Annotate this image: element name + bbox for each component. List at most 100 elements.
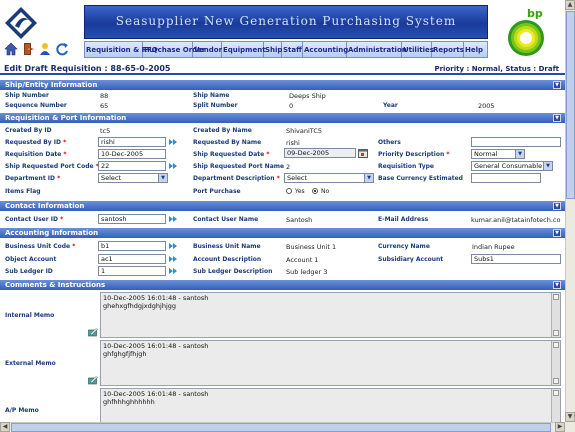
memo-line: 10-Dec-2005 16:01:48 - santosh: [103, 294, 209, 302]
contact-user-name-label: Contact User Name: [193, 216, 259, 223]
department-id-select[interactable]: Select ▼: [98, 173, 168, 183]
ship-number-value: 88: [100, 92, 109, 100]
memo-line: ghfghgfjfhjgh: [103, 350, 147, 358]
ship-name-label: Ship Name: [193, 92, 230, 99]
horizontal-scrollbar[interactable]: ◀ ▶: [0, 422, 565, 432]
account-desc-label: Account Description: [193, 256, 262, 263]
scroll-thumb[interactable]: [11, 423, 551, 432]
ship-requested-date-input[interactable]: 09-Dec-2005: [284, 148, 356, 158]
section-title: Accounting Information: [5, 229, 99, 237]
no-label: No: [321, 188, 330, 195]
scroll-up-icon[interactable]: ▲: [565, 0, 575, 10]
requisition-type-value: General Consumable: [474, 162, 543, 170]
currency-name-value: Indian Rupee: [472, 243, 515, 251]
port-purchase-no-radio[interactable]: [312, 188, 318, 194]
sub-ledger-id-input[interactable]: 1: [98, 266, 166, 276]
refresh-icon[interactable]: [55, 42, 69, 56]
vertical-scrollbar[interactable]: ▲ ▼: [565, 0, 575, 422]
lookup-arrow-icon[interactable]: [169, 267, 179, 275]
section-accounting: Accounting Information ▼: [0, 228, 565, 238]
menu-reports[interactable]: Reports: [432, 42, 464, 57]
priority-select[interactable]: Normal ▼: [471, 149, 525, 159]
others-input[interactable]: [471, 137, 561, 147]
menu-administration[interactable]: Administration: [347, 42, 407, 57]
subsidiary-input[interactable]: Subs1: [471, 254, 561, 264]
home-icon[interactable]: [4, 42, 18, 56]
collapse-chevron-icon[interactable]: ▼: [553, 229, 561, 237]
bp-sunflower-logo-icon: [508, 20, 544, 56]
created-by-name-label: Created By Name: [193, 127, 252, 134]
memo-scrollbar[interactable]: [551, 341, 560, 385]
base-currency-input[interactable]: [471, 173, 541, 183]
currency-name-label: Currency Name: [378, 243, 430, 250]
section-comments: Comments & Instructions ▼: [0, 280, 565, 290]
port-purchase-yes-radio[interactable]: [286, 188, 292, 194]
toolbar-icons: [4, 42, 86, 58]
internal-memo-label: Internal Memo: [5, 312, 55, 319]
object-account-input[interactable]: ac1: [98, 254, 166, 264]
created-by-id-label: Created By ID: [5, 127, 52, 134]
menu-staff[interactable]: Staff: [282, 42, 303, 57]
split-number-label: Split Number: [193, 102, 238, 109]
scroll-right-icon[interactable]: ▶: [555, 422, 565, 432]
department-desc-select[interactable]: Select ▼: [284, 173, 374, 183]
menu-purchase-order[interactable]: Purchase Order: [143, 42, 205, 57]
contact-user-id-input[interactable]: santosh: [98, 214, 166, 224]
menu-vendor[interactable]: Vendor: [193, 42, 222, 57]
contact-user-id-label: Contact User ID *: [5, 216, 64, 223]
requested-by-id-input[interactable]: rishi: [98, 137, 166, 147]
section-title: Comments & Instructions: [5, 281, 106, 289]
lookup-arrow-icon[interactable]: [169, 242, 179, 250]
collapse-chevron-icon[interactable]: ▼: [553, 81, 561, 89]
scroll-corner: [565, 422, 575, 432]
requested-by-name-value: rishi: [286, 139, 300, 147]
department-id-label: Department ID *: [5, 175, 61, 182]
port-code-label: Ship Requested Port Code *: [5, 163, 99, 170]
dropdown-arrow-icon: ▼: [364, 174, 373, 182]
scroll-thumb[interactable]: [566, 11, 575, 199]
requested-by-id-label: Requested By ID *: [5, 139, 67, 146]
port-purchase-label: Port Purchase: [193, 188, 241, 195]
others-label: Others: [378, 139, 401, 146]
scroll-down-icon[interactable]: ▼: [565, 412, 575, 422]
collapse-chevron-icon[interactable]: ▼: [553, 281, 561, 289]
edit-memo-icon[interactable]: [88, 376, 98, 385]
contact-user-name-value: Santosh: [286, 216, 313, 224]
menu-requisition[interactable]: Requisition & RFQ: [85, 42, 158, 57]
app-logo-icon: [5, 7, 37, 39]
memo-scrollbar[interactable]: [551, 293, 560, 337]
created-by-name-value: ShivaniTC5: [286, 127, 323, 135]
main-menu: Requisition & RFQ Purchase Order Vendor …: [84, 41, 488, 58]
ship-number-label: Ship Number: [5, 92, 49, 99]
year-value: 2005: [478, 102, 495, 110]
requisition-type-select[interactable]: General Consumable ▼: [471, 161, 553, 171]
scroll-left-icon[interactable]: ◀: [0, 422, 10, 432]
calendar-icon[interactable]: [358, 148, 368, 158]
section-requisition-port: Requisition & Port Information ▼: [0, 113, 565, 123]
lookup-arrow-icon[interactable]: [169, 215, 179, 223]
external-memo-textarea[interactable]: 10-Dec-2005 16:01:48 - santosh ghfghgfjf…: [100, 340, 561, 386]
items-flag-label: Items Flag: [5, 188, 41, 195]
menu-help[interactable]: Help: [464, 42, 487, 57]
requisition-date-input[interactable]: 10-Dec-2005: [98, 149, 166, 159]
user-icon[interactable]: [38, 42, 52, 56]
menu-ship[interactable]: Ship: [264, 42, 282, 57]
edit-memo-icon[interactable]: [88, 328, 98, 337]
bu-code-input[interactable]: b1: [98, 241, 166, 251]
app-title: Seasupplier New Generation Purchasing Sy…: [115, 14, 457, 28]
exit-door-icon[interactable]: [21, 42, 35, 56]
email-value: kumar.anil@tatainfotech.co: [471, 216, 561, 224]
lookup-arrow-icon[interactable]: [169, 138, 179, 146]
collapse-chevron-icon[interactable]: ▼: [553, 114, 561, 122]
priority-status: Priority : Normal, Status : Draft: [434, 65, 559, 73]
menu-accounting[interactable]: Accounting: [303, 42, 348, 57]
port-code-input[interactable]: 22: [98, 161, 166, 171]
menu-utilities[interactable]: Utilities: [402, 42, 434, 57]
lookup-arrow-icon[interactable]: [169, 255, 179, 263]
internal-memo-textarea[interactable]: 10-Dec-2005 16:01:48 - santosh ghehxgfhd…: [100, 292, 561, 338]
created-by-id-value: tc5: [100, 127, 111, 135]
lookup-arrow-icon[interactable]: [169, 162, 179, 170]
section-title: Ship/Entity Information: [5, 81, 98, 89]
collapse-chevron-icon[interactable]: ▼: [553, 202, 561, 210]
menu-equipment[interactable]: Equipment: [222, 42, 266, 57]
